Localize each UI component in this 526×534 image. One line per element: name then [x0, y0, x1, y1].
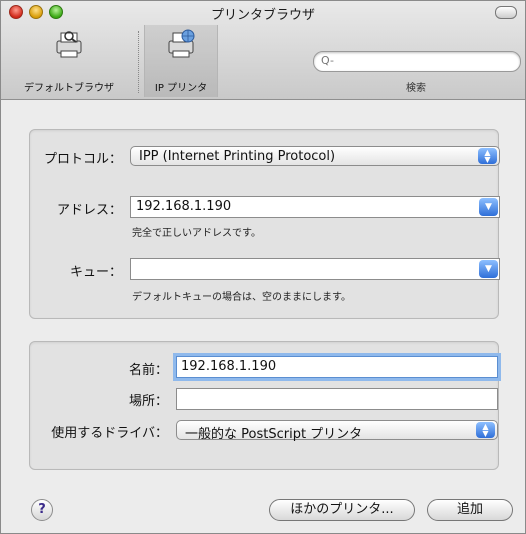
connection-group: プロトコル： IPP (Internet Printing Protocol) …: [29, 129, 500, 319]
driver-popup[interactable]: 一般的な PostScript プリンタ ▲ ▼: [176, 420, 498, 442]
printer-browser-window: プリンタブラウザ デフォルトブラウザ IP プリンタ Q- 検索 プロトコル： …: [0, 0, 526, 534]
title-bar: プリンタブラウザ: [1, 1, 525, 23]
network-printer-icon: [168, 29, 195, 58]
more-printers-button[interactable]: ほかのプリンタ...: [269, 499, 415, 521]
chevron-down-icon[interactable]: ▼: [479, 260, 498, 278]
printer-search-icon: [56, 31, 82, 58]
popup-arrows-icon: ▲ ▼: [478, 148, 497, 164]
driver-value: 一般的な PostScript プリンタ: [185, 427, 363, 442]
search-icon: Q-: [321, 54, 334, 67]
chevron-down-icon[interactable]: ▼: [479, 198, 498, 216]
address-combobox[interactable]: 192.168.1.190 ▼: [130, 196, 500, 218]
name-field[interactable]: 192.168.1.190: [176, 356, 498, 378]
tab-ip-printer-label: IP プリンタ: [154, 83, 208, 94]
driver-label: 使用するドライバ：: [51, 426, 168, 441]
address-label: アドレス：: [56, 203, 122, 218]
tab-ip-printer[interactable]: IP プリンタ: [144, 25, 218, 97]
protocol-label: プロトコル：: [43, 152, 122, 167]
location-label: 場所：: [128, 394, 168, 409]
queue-label: キュー：: [69, 265, 122, 280]
name-label: 名前：: [128, 363, 168, 378]
window-title: プリンタブラウザ: [210, 8, 315, 23]
tab-default-browser[interactable]: デフォルトブラウザ: [3, 25, 135, 97]
address-value: 192.168.1.190: [136, 199, 232, 214]
queue-combobox[interactable]: ▼: [130, 258, 500, 280]
toolbar-toggle-button[interactable]: [495, 6, 517, 19]
tab-default-browser-label: デフォルトブラウザ: [24, 83, 114, 94]
search-label: 検索: [406, 83, 426, 94]
protocol-value: IPP (Internet Printing Protocol): [139, 149, 336, 164]
help-button[interactable]: ?: [31, 499, 53, 521]
search-field[interactable]: Q-: [313, 51, 521, 72]
printer-group: 名前： 192.168.1.190 場所： 使用するドライバ： 一般的な Pos…: [29, 341, 499, 470]
toolbar-separator: [138, 31, 139, 93]
add-button[interactable]: 追加: [427, 499, 513, 521]
popup-arrows-icon: ▲ ▼: [476, 422, 495, 438]
window-toolbar: プリンタブラウザ デフォルトブラウザ IP プリンタ Q- 検索: [1, 1, 525, 100]
location-field[interactable]: [176, 388, 498, 410]
address-hint: 完全で正しいアドレスです。: [132, 228, 261, 239]
queue-hint: デフォルトキューの場合は、空のままにします。: [132, 292, 351, 303]
protocol-popup[interactable]: IPP (Internet Printing Protocol) ▲ ▼: [130, 146, 500, 166]
